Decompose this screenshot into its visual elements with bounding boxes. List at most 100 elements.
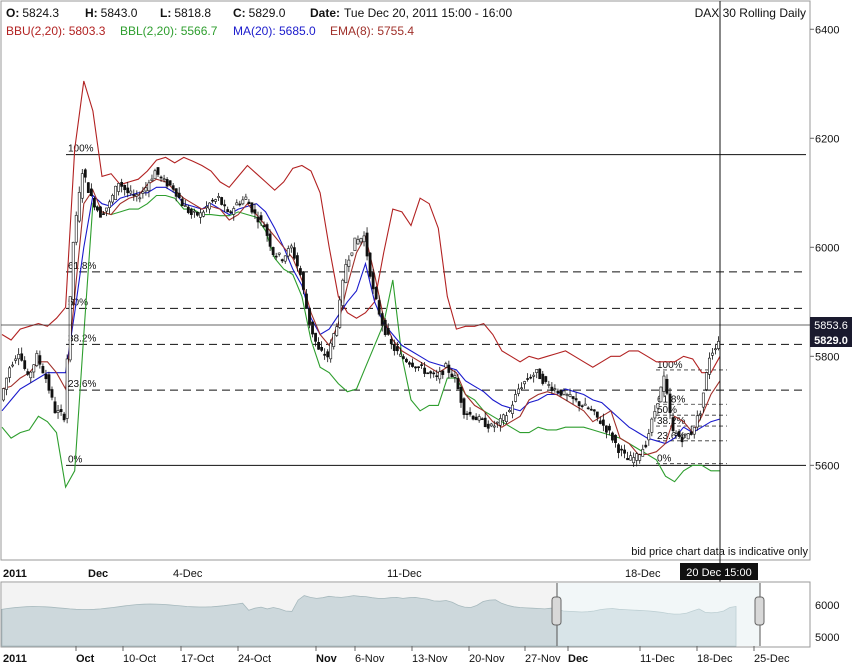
candle-body bbox=[559, 389, 563, 396]
crosshair-date-tag: 20 Dec 15:00 bbox=[680, 563, 758, 580]
candle-body bbox=[141, 191, 145, 194]
candle-body bbox=[571, 396, 575, 399]
candle-body bbox=[41, 366, 45, 374]
candle-body bbox=[117, 183, 121, 192]
candle-body bbox=[262, 225, 266, 228]
candle-body bbox=[456, 378, 460, 390]
candle-body bbox=[235, 202, 239, 206]
candle-body bbox=[435, 375, 439, 378]
candle-body bbox=[308, 307, 311, 326]
price-tag-last-text: 5853.6 bbox=[814, 320, 848, 332]
price-tag-close: 5829.0 bbox=[810, 332, 852, 347]
navigator-selection[interactable] bbox=[557, 583, 760, 646]
candle-body bbox=[553, 388, 557, 390]
candle-body bbox=[359, 238, 363, 243]
plot-area[interactable] bbox=[0, 0, 811, 561]
candle-body bbox=[592, 409, 596, 412]
candle-body bbox=[598, 420, 602, 424]
candle-body bbox=[447, 364, 451, 373]
candle-body bbox=[650, 418, 654, 433]
candle-body bbox=[568, 394, 572, 397]
candle-body bbox=[271, 247, 275, 255]
open-label: O: bbox=[6, 6, 19, 20]
candle-body bbox=[302, 272, 305, 290]
candle-body bbox=[244, 196, 248, 200]
candle-body bbox=[414, 366, 417, 369]
candle-body bbox=[486, 423, 490, 429]
candle-body bbox=[526, 378, 530, 380]
candle-body bbox=[383, 319, 387, 335]
candle-body bbox=[429, 371, 433, 374]
candle-body bbox=[68, 296, 72, 361]
candle-body bbox=[77, 192, 81, 222]
candle-body bbox=[492, 425, 496, 428]
candle-body bbox=[241, 199, 245, 205]
candle-body bbox=[186, 206, 190, 213]
svg-text:L:5818.8: L: 5818.8 bbox=[160, 6, 211, 20]
candle-body bbox=[465, 413, 469, 416]
candle-body bbox=[44, 374, 48, 380]
candle-body bbox=[626, 457, 629, 461]
candle-body bbox=[604, 425, 608, 433]
fib-small-label: 0% bbox=[657, 454, 672, 465]
candle-body bbox=[329, 342, 333, 360]
candle-body bbox=[189, 208, 193, 215]
candle-body bbox=[165, 179, 169, 187]
candle-body bbox=[108, 201, 111, 208]
candle-body bbox=[541, 373, 545, 384]
candle-body bbox=[283, 255, 287, 262]
candle-body bbox=[2, 388, 5, 401]
fib-label: 23.6% bbox=[68, 379, 96, 390]
candle-body bbox=[580, 405, 584, 407]
candle-body bbox=[8, 367, 11, 378]
candle-body bbox=[208, 202, 211, 210]
navigator-handle-left[interactable] bbox=[551, 596, 562, 626]
candle-body bbox=[711, 352, 714, 356]
x-tick-18-dec: 18-Dec bbox=[625, 568, 661, 580]
candle-body bbox=[535, 369, 539, 373]
y-tick-label: 5600 bbox=[815, 460, 839, 472]
navigator-tick-label: 27-Nov bbox=[525, 653, 561, 665]
candle-body bbox=[96, 206, 99, 211]
candle-body bbox=[314, 332, 317, 342]
navigator[interactable]: 6000 5000 bbox=[0, 581, 839, 648]
candle-body bbox=[168, 180, 172, 186]
candle-body bbox=[595, 411, 599, 418]
candle-body bbox=[623, 449, 626, 454]
candle-body bbox=[156, 167, 160, 175]
candle-body bbox=[389, 339, 393, 345]
candle-body bbox=[211, 199, 214, 202]
candle-body bbox=[277, 252, 281, 255]
candle-body bbox=[192, 210, 196, 213]
candle-body bbox=[93, 197, 96, 208]
candle-body bbox=[514, 394, 517, 402]
price-chart[interactable]: 100%61.8%50%38.2%23.6%0% 100%61.8%50%38.… bbox=[0, 0, 861, 667]
x-tick-11-dec: 11-Dec bbox=[387, 568, 422, 580]
candle-body bbox=[56, 410, 60, 413]
candle-body bbox=[377, 300, 381, 315]
candle-body bbox=[638, 454, 642, 461]
navigator-handle-right[interactable] bbox=[754, 596, 765, 626]
candle-body bbox=[689, 431, 693, 435]
candle-body bbox=[450, 373, 454, 377]
candle-body bbox=[614, 434, 617, 444]
candle-body bbox=[214, 199, 217, 202]
candle-body bbox=[341, 279, 345, 306]
date-value: Tue Dec 20, 2011 15:00 - 16:00 bbox=[344, 6, 512, 20]
svg-text:H:5843.0: H: 5843.0 bbox=[85, 6, 138, 20]
candle-body bbox=[505, 415, 508, 423]
candle-body bbox=[611, 432, 614, 441]
candle-body bbox=[265, 224, 269, 236]
candle-body bbox=[347, 259, 351, 267]
candle-body bbox=[471, 415, 475, 420]
candle-body bbox=[38, 355, 42, 365]
candle-body bbox=[226, 209, 230, 213]
candle-body bbox=[386, 328, 390, 335]
navigator-tick-label: 20-Nov bbox=[469, 653, 505, 665]
candle-body bbox=[35, 353, 39, 366]
candle-body bbox=[292, 247, 296, 259]
candle-body bbox=[423, 367, 427, 374]
candle-body bbox=[695, 415, 699, 428]
candle-body bbox=[565, 394, 569, 396]
price-tag-close-text: 5829.0 bbox=[814, 335, 848, 347]
